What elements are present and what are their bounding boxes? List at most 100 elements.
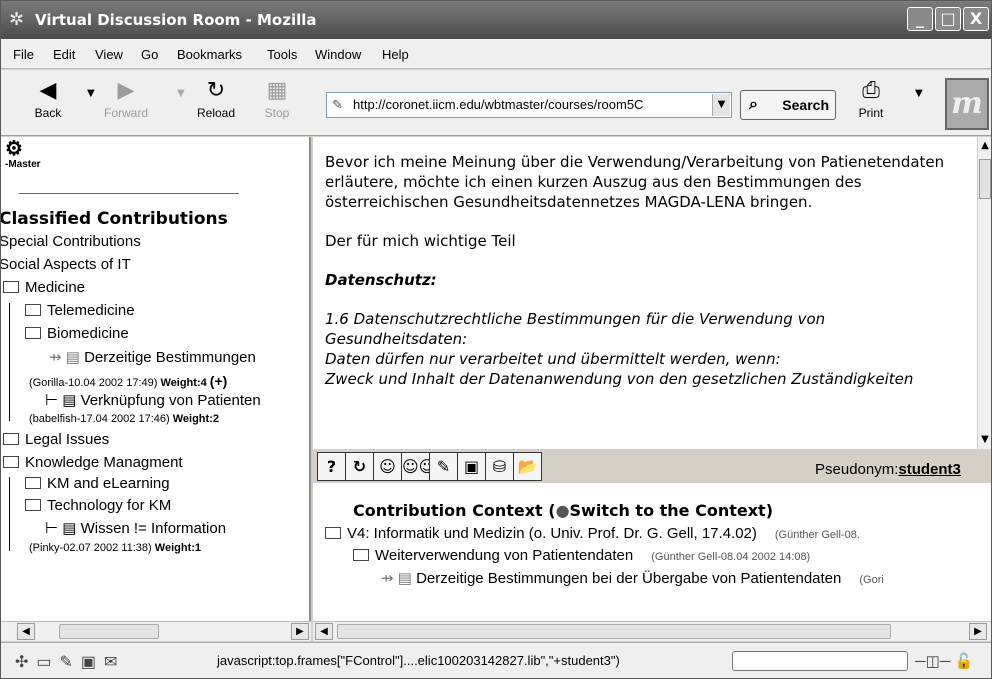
scroll-thumb[interactable] [979,159,991,199]
folder-label: Legal Issues [25,431,110,448]
menu-file[interactable]: File [13,47,34,62]
scroll-thumb[interactable] [59,624,159,639]
forward-dropdown-icon[interactable]: ▼ [177,88,185,99]
expand-button[interactable]: (+) [210,373,228,389]
search-button[interactable]: ⌕ Search [740,90,836,120]
category-social[interactable]: Social Aspects of IT [1,256,131,273]
edit-icon[interactable]: ✎ [429,452,458,481]
url-text: http://coronet.iicm.edu/wbtmaster/course… [353,97,644,112]
contribution-wissen[interactable]: ⊢ ▤ Wissen != Information [45,519,226,537]
url-field[interactable]: ✎ http://coronet.iicm.edu/wbtmaster/cour… [326,92,732,118]
users-icon[interactable]: ☺☺ [401,452,435,481]
menu-help[interactable]: Help [382,47,409,62]
stop-button[interactable]: ▦ Stop [257,76,297,120]
category-special[interactable]: Special Contributions [1,233,141,250]
refresh-icon[interactable]: ↻ [345,452,374,481]
title-bar: ✲ Virtual Discussion Room - Mozilla _ □ … [1,1,991,39]
content-paragraph: Daten dürfen nur verarbeitet und übermit… [325,350,781,368]
back-button[interactable]: ◀ Back [21,76,75,120]
close-button[interactable]: X [963,7,989,31]
scroll-up-icon[interactable]: ▲ [978,137,991,155]
status-message: javascript:top.frames["FControl"]....eli… [217,653,620,668]
url-dropdown-icon[interactable]: ▼ [712,94,730,116]
document-icon: ⇸ ▤ [49,349,80,366]
context-item-label: V4: Informatik und Medizin (o. Univ. Pro… [347,525,757,542]
context-item-label: Derzeitige Bestimmungen bei der Übergabe… [416,570,842,587]
sidebar-heading: Classified Contributions [1,209,228,229]
context-item[interactable]: V4: Informatik und Medizin (o. Univ. Pro… [325,525,860,542]
folder-legal[interactable]: Legal Issues [3,431,109,448]
tree-line [9,303,10,421]
contribution-derzeitige[interactable]: ⇸ ▤ Derzeitige Bestimmungen [49,348,256,366]
menu-edit[interactable]: Edit [53,47,75,62]
connection-icons[interactable]: ─◫─ 🔓 [915,652,973,670]
back-label: Back [34,106,62,120]
menu-window[interactable]: Window [315,47,361,62]
contribution-title: Verknüpfung von Patienten [80,392,261,409]
switch-context-link[interactable]: Switch to the Context [570,501,766,520]
menu-bookmarks[interactable]: Bookmarks [177,47,242,62]
help-icon[interactable]: ? [317,452,346,481]
pseudonym-link[interactable]: student3 [898,461,961,478]
wbt-master-logo: ⚙ -Master [5,139,41,171]
stop-label: Stop [264,106,290,120]
database-icon[interactable]: ⛁ [485,452,514,481]
browser-window: ✲ Virtual Discussion Room - Mozilla _ □ … [0,0,992,679]
content-paragraph: Der für mich wichtige Teil [325,232,516,250]
open-folder-icon [353,549,369,561]
reload-button[interactable]: ↻ Reload [189,76,243,120]
contribution-content-frame: Bevor ich meine Meinung über die Verwend… [313,137,977,449]
contribution-title: Derzeitige Bestimmungen [84,349,256,366]
menu-go[interactable]: Go [141,47,158,62]
action-icon-bar: ? ↻ ☺ ☺☺✎ ▣ ⛁ 📂 [317,452,542,482]
folder-label: Telemedicine [47,302,135,319]
folder-medicine[interactable]: Medicine [3,279,85,296]
page-icon: ✎ [332,97,343,112]
contribution-verknuepfung[interactable]: ⊢ ▤ Verknüpfung von Patienten [45,391,261,409]
folder-telemedicine[interactable]: Telemedicine [25,302,135,319]
back-dropdown-icon[interactable]: ▼ [87,88,95,99]
scroll-down-icon[interactable]: ▼ [978,431,991,449]
menu-tools[interactable]: Tools [267,47,297,62]
folder-label: KM and eLearning [47,475,170,492]
search-label: Search [782,97,829,113]
context-title: Contribution Context (●Switch to the Con… [353,501,773,520]
status-bar: ✣▭✎▣✉ javascript:top.frames["FControl"].… [1,642,991,678]
right-horizontal-scrollbar[interactable]: ◀ ▶ [313,621,991,641]
scroll-thumb[interactable] [337,624,891,639]
content-paragraph: 1.6 Datenschutzrechtliche Bestimmungen f… [325,310,826,348]
forward-button[interactable]: ▶ Forward [99,76,153,120]
content-vertical-scrollbar[interactable]: ▲ ▼ [977,137,991,449]
maximize-button[interactable]: □ [935,7,961,31]
scroll-left-icon[interactable]: ◀ [17,623,35,640]
weight-text: Weight:4 [160,377,207,389]
context-item-meta: (Günther Gell-08. [774,529,860,541]
compose-icon[interactable]: ▣ [457,452,486,481]
folder-biomedicine[interactable]: Biomedicine [25,325,129,342]
user-icon[interactable]: ☺ [373,452,402,481]
folder-icon [25,499,41,511]
minimize-button[interactable]: _ [907,7,933,31]
folder-tech-km[interactable]: Technology for KM [25,497,171,514]
context-item[interactable]: ⇸ ▤ Derzeitige Bestimmungen bei der Über… [381,569,884,587]
progress-field [732,651,908,671]
context-item[interactable]: Weiterverwendung von Patientendaten (Günt… [353,547,810,564]
print-dropdown-icon[interactable]: ▼ [915,88,923,99]
weight-text: Weight:2 [172,413,219,425]
menu-bar: File Edit View Go Bookmarks Tools Window… [1,39,991,69]
component-bar-icons[interactable]: ✣▭✎▣✉ [15,652,125,672]
contributions-frame: ⚙ -Master Classified Contributions Speci… [1,137,311,621]
scroll-right-icon[interactable]: ▶ [291,623,309,640]
scroll-left-icon[interactable]: ◀ [315,623,333,640]
folder-knowledge[interactable]: Knowledge Managment [3,454,183,471]
content-heading: Datenschutz: [325,271,437,289]
open-folder-icon [325,527,341,539]
folder-km-elearning[interactable]: KM and eLearning [25,475,170,492]
menu-view[interactable]: View [95,47,123,62]
scroll-right-icon[interactable]: ▶ [969,623,987,640]
content-paragraph: Bevor ich meine Meinung über die Verwend… [325,153,945,211]
print-button[interactable]: ⎙ Print [849,76,893,120]
open-folder-icon[interactable]: 📂 [513,452,542,481]
left-horizontal-scrollbar[interactable]: ◀ ▶ [1,621,311,641]
meta-text: (Gorilla-10.04 2002 17:49) [29,377,158,389]
